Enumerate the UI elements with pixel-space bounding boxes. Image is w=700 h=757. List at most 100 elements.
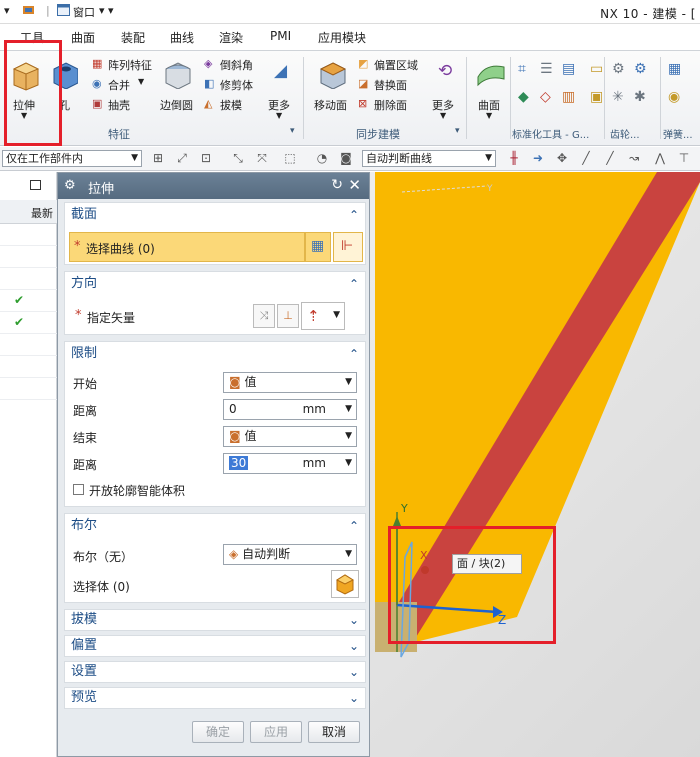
gear-icon-4[interactable]: ✱ (634, 89, 646, 105)
curve-rule-dropdown[interactable]: 自动判断曲线 ▼ (362, 150, 496, 167)
table-row[interactable]: ✔ (0, 312, 57, 334)
std-tool-icon-4[interactable]: ◆ (518, 89, 529, 105)
apply-button[interactable]: 应用 (250, 721, 302, 743)
more-sync-dropdown-icon[interactable]: ▼ (440, 111, 446, 120)
table-row[interactable] (0, 268, 57, 290)
std-tool-icon-8[interactable]: ▣ (590, 89, 603, 105)
open-profile-checkbox[interactable] (73, 484, 84, 495)
chevron-up-icon[interactable]: ⌃ (349, 514, 359, 538)
section-header[interactable]: 截面 ⌃ (65, 203, 365, 227)
tab-assembly[interactable]: 装配 (121, 29, 145, 46)
selection-filter-dropdown[interactable]: 仅在工作部件内 ▼ (2, 150, 142, 167)
gear-icon-2[interactable]: ⚙ (634, 61, 647, 77)
settings-section[interactable]: 设置 ⌄ (64, 661, 366, 683)
start-type-dropdown[interactable]: ◙ 值 ▼ (223, 372, 357, 393)
tab-pmi[interactable]: PMI (270, 29, 291, 43)
gear-icon-3[interactable]: ✳ (612, 89, 624, 105)
table-row[interactable] (0, 356, 57, 378)
preview-section[interactable]: 预览 ⌄ (64, 687, 366, 709)
selection-icon-5[interactable]: ⤧ (254, 151, 270, 166)
draft-section[interactable]: 拔模 ⌄ (64, 609, 366, 631)
cancel-button[interactable]: 取消 (308, 721, 360, 743)
boolean-icon: ◈ (229, 547, 239, 561)
vector-type-dropdown[interactable]: ⇡ ▼ (301, 302, 345, 330)
selection-face-icon[interactable]: ◔ (314, 151, 330, 166)
selection-icon-2[interactable]: ⤢ (174, 151, 190, 166)
chevron-up-icon[interactable]: ⌃ (349, 342, 359, 366)
std-tool-icon-3[interactable]: ▤ (562, 61, 575, 77)
more-dropdown-icon[interactable]: ▼ (276, 111, 282, 120)
ok-button[interactable]: 确定 (192, 721, 244, 743)
sketch-section-button[interactable]: ▦ (305, 232, 331, 262)
selection-icon-6[interactable]: ╫ (506, 151, 522, 166)
surface-dropdown-icon[interactable]: ▼ (486, 111, 492, 120)
std-tool-icon-2[interactable]: ☰ (540, 61, 553, 77)
table-row[interactable]: ✔ (0, 290, 57, 312)
end-type-dropdown[interactable]: ◙ 值 ▼ (223, 426, 357, 447)
selection-icon-3[interactable]: ⊡ (198, 151, 214, 166)
chevron-up-icon[interactable]: ⌃ (349, 272, 359, 296)
reset-icon[interactable]: ↻ (331, 177, 343, 193)
selection-icon-1[interactable]: ⊞ (150, 151, 166, 166)
selection-icon-4[interactable]: ⤡ (230, 151, 246, 166)
selection-icon-7[interactable]: ➜ (530, 151, 546, 166)
curve-select-button[interactable]: ⊩ (333, 232, 363, 262)
selection-icon-11[interactable]: ↝ (626, 151, 642, 166)
boolean-dropdown[interactable]: ◈ 自动判断 ▼ (223, 544, 357, 565)
selection-box-icon[interactable]: ⬚ (282, 151, 298, 166)
more-sync-button[interactable]: ⟲ 更多 ▼ (432, 57, 460, 123)
end-distance-input[interactable]: 30 mm ▼ (223, 453, 357, 474)
quick-access-dropdown-icon[interactable]: ▾ (4, 4, 10, 17)
feature-group-expand-icon[interactable]: ▾ (290, 126, 295, 136)
selection-icon-12[interactable]: ⋀ (652, 151, 668, 166)
selection-body-icon[interactable]: ◙ (338, 151, 354, 166)
chevron-down-icon[interactable]: ⌄ (349, 662, 359, 682)
window-icon[interactable] (57, 4, 70, 19)
unite-dropdown-icon[interactable]: ▼ (138, 77, 144, 86)
boolean-header[interactable]: 布尔 ⌃ (65, 514, 365, 538)
start-distance-input[interactable]: 0 mm ▼ (223, 399, 357, 420)
tab-application[interactable]: 应用模块 (318, 29, 366, 46)
tab-surface[interactable]: 曲面 (71, 29, 95, 46)
std-tool-icon-1[interactable]: ⌗ (518, 61, 526, 77)
table-row[interactable] (0, 378, 57, 400)
selection-icon-10[interactable]: ╱ (602, 151, 618, 166)
chevron-up-icon[interactable]: ⌃ (349, 203, 359, 227)
maximize-icon[interactable] (30, 180, 41, 190)
vector-dialog-icon[interactable]: ⊥ (277, 304, 299, 328)
window-menu-arrow-icon[interactable]: ▾ ▾ (99, 4, 114, 17)
chevron-down-icon[interactable]: ⌄ (349, 688, 359, 708)
more-features-button[interactable]: ◢ 更多 ▼ (268, 57, 296, 123)
tab-curve[interactable]: 曲线 (170, 29, 194, 46)
selection-icon-13[interactable]: ⊤ (676, 151, 692, 166)
table-row[interactable] (0, 334, 57, 356)
std-tool-icon-5[interactable]: ◇ (540, 89, 551, 105)
chevron-down-icon[interactable]: ⌄ (349, 636, 359, 656)
dialog-title-bar[interactable]: ⚙ 拉伸 ↻ ✕ (58, 173, 369, 199)
select-body-button[interactable] (331, 570, 359, 598)
quick-access-tool-icon[interactable] (22, 4, 36, 19)
close-icon[interactable]: ✕ (348, 176, 361, 194)
window-menu[interactable]: 窗口 (73, 4, 95, 20)
spring-icon-1[interactable]: ▦ (668, 61, 681, 77)
table-row[interactable] (0, 224, 57, 246)
selection-icon-8[interactable]: ✥ (554, 151, 570, 166)
tab-render[interactable]: 渲染 (219, 29, 243, 46)
std-tool-icon-7[interactable]: ▭ (590, 61, 603, 77)
selection-icon-9[interactable]: ╱ (578, 151, 594, 166)
surface-button[interactable]: 曲面 ▼ (474, 57, 506, 123)
limits-header[interactable]: 限制 ⌃ (65, 342, 365, 366)
move-face-button[interactable]: 移动面 (312, 57, 352, 123)
table-row[interactable] (0, 246, 57, 268)
std-tool-icon-6[interactable]: ▥ (562, 89, 575, 105)
sync-group-expand-icon[interactable]: ▾ (455, 126, 460, 136)
chevron-down-icon[interactable]: ⌄ (349, 610, 359, 630)
reverse-direction-icon[interactable]: ⤨ (253, 304, 275, 328)
offset-section[interactable]: 偏置 ⌄ (64, 635, 366, 657)
edge-blend-button[interactable]: 边倒圆 (160, 57, 200, 123)
direction-header[interactable]: 方向 ⌃ (65, 272, 365, 296)
spring-icon-2[interactable]: ◉ (668, 89, 680, 105)
gear-icon-1[interactable]: ⚙ (612, 61, 625, 77)
select-curve-field[interactable]: * 选择曲线 (0) (69, 232, 305, 262)
end-distance-label: 距离 (73, 458, 98, 472)
